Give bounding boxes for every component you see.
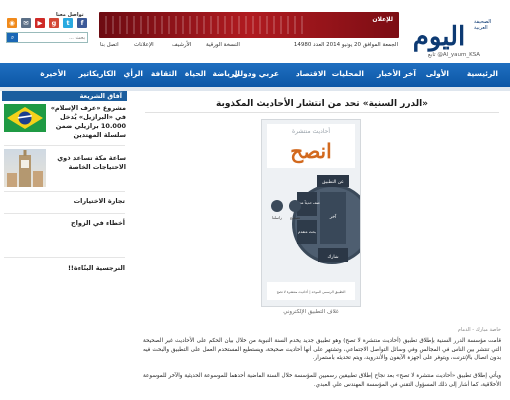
- googleplus-icon[interactable]: g: [49, 18, 59, 28]
- logo-tagline: الصحيفة العربية: [474, 19, 492, 31]
- ad-banner-text: للإعلان: [372, 16, 393, 23]
- sidebar-item-title[interactable]: النرجسية البنّاءة!!: [4, 264, 125, 273]
- sidebar-item-title[interactable]: تجارة الاختيارات: [4, 197, 125, 206]
- article: «الدرر السنية» تحد من انتشار الأحاديث ال…: [139, 91, 505, 400]
- paper-edition-link[interactable]: النسخة الورقية: [206, 42, 240, 48]
- search-input[interactable]: [19, 33, 87, 42]
- nav-item[interactable]: الأخيرة: [40, 69, 66, 78]
- contact-link[interactable]: اتصل بنا: [100, 42, 119, 48]
- archive-link[interactable]: الأرشيف: [172, 42, 191, 48]
- sidebar-heading-text: آفاق الشريعة: [79, 92, 122, 100]
- sidebar-item-title[interactable]: مشروع «عرف الإسلام» في «البرازيل» يُدخل …: [47, 104, 126, 140]
- sidebar-heading: آفاق الشريعة: [2, 91, 127, 101]
- twitter-icon[interactable]: t: [63, 18, 73, 28]
- nav-item[interactable]: الاقتصاد: [296, 69, 326, 78]
- sidebar-thumb-clock[interactable]: [4, 149, 46, 187]
- sidebar-thumb-flag[interactable]: [4, 104, 46, 132]
- article-image[interactable]: أحاديث منتشرة انصح عن التطبيق أضف حديثاً…: [261, 119, 372, 307]
- site-logo[interactable]: اليوم الصحيفة العربية: [404, 17, 504, 57]
- sidebar-divider: [4, 145, 125, 146]
- nav-item[interactable]: الحياة: [185, 69, 206, 78]
- sidebar-item-title[interactable]: ساعة مكة تساعد ذوي الاحتياجات الخاصة: [47, 154, 126, 172]
- advertise-link[interactable]: الإعلانات: [134, 42, 154, 48]
- sidebar-divider: [4, 213, 125, 214]
- twitter-handle[interactable]: تابع @Al_yaum_KSA: [404, 52, 504, 58]
- nav-item[interactable]: الثقافة: [151, 69, 177, 78]
- nav-item[interactable]: الرئيسية: [467, 69, 498, 78]
- title-divider: [145, 112, 499, 113]
- ad-pattern: [105, 16, 305, 34]
- article-paragraph: قامت مؤسسة الدرر السنية بإطلاق تطبيق (أح…: [143, 338, 501, 362]
- nav-item[interactable]: المحليات: [332, 69, 364, 78]
- search-box: ⌕: [6, 32, 88, 43]
- image-caption: غلاف التطبيق الإلكتروني: [283, 309, 339, 315]
- email-icon[interactable]: ✉: [21, 18, 31, 28]
- menu-search: بحث متقدم: [298, 229, 316, 234]
- btn-contact: راسلنا: [272, 215, 282, 220]
- nav-item[interactable]: الرأي: [124, 69, 144, 78]
- sidebar-item-title[interactable]: أخطاء في الزواج: [4, 219, 125, 228]
- logo-wordmark: اليوم: [412, 22, 466, 52]
- site-header: اليوم الصحيفة العربية تابع @Al_yaum_KSA …: [0, 11, 510, 63]
- article-byline: خاصة مبارك - الدمام: [457, 327, 501, 333]
- nav-item[interactable]: آخر الأخبار: [377, 69, 416, 78]
- app-footer: التطبيق الرسمي الموحد | أحاديث منتشرة لا…: [277, 289, 346, 294]
- ad-banner[interactable]: للإعلان: [99, 12, 399, 38]
- nav-item[interactable]: الكاريكاتير: [79, 69, 116, 78]
- page: اليوم الصحيفة العربية تابع @Al_yaum_KSA …: [0, 0, 510, 400]
- nav-item[interactable]: الأولى: [426, 69, 449, 78]
- social-links: ◉ ✉ ▶ g t f: [7, 18, 97, 28]
- menu-about: عن التطبيق: [322, 180, 344, 185]
- facebook-icon[interactable]: f: [77, 18, 87, 28]
- article-paragraph: ويأتي إطلاق تطبيق «أحاديث منتشرة لا تصح»…: [143, 373, 501, 388]
- sidebar-divider: [4, 257, 125, 258]
- youtube-icon[interactable]: ▶: [35, 18, 45, 28]
- menu-latest: آخر: [329, 214, 337, 220]
- btn-correction: تصحيح: [290, 215, 300, 220]
- issue-date: الجمعة الموافق 20 يونيو 2014 العدد 14980: [293, 42, 398, 48]
- sidebar: آفاق الشريعة مشروع «عرف الإسلام» في «الب…: [0, 91, 129, 400]
- menu-share: شارك: [327, 255, 338, 260]
- app-title: انصح: [290, 139, 331, 164]
- nav-item[interactable]: الرياضة: [213, 69, 240, 78]
- search-icon[interactable]: ⌕: [7, 33, 18, 42]
- app-subtitle: أحاديث منتشرة: [292, 127, 330, 135]
- article-title: «الدرر السنية» تحد من انتشار الأحاديث ال…: [215, 99, 428, 109]
- rss-icon[interactable]: ◉: [7, 18, 17, 28]
- sidebar-divider: [4, 191, 125, 192]
- main-nav: الرئيسية الأولى آخر الأخبار المحليات الاقتصا…: [0, 63, 510, 87]
